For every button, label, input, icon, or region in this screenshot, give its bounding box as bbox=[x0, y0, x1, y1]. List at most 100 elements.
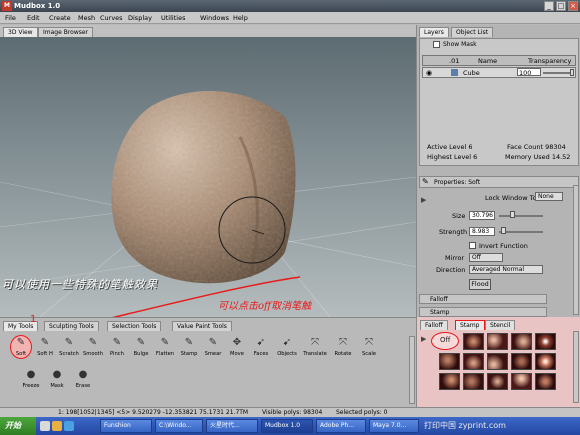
menu-display[interactable]: Display bbox=[128, 14, 152, 22]
tool-soft[interactable]: ✎ Soft bbox=[8, 336, 34, 368]
mirror-dropdown[interactable]: Off bbox=[469, 253, 503, 262]
objects-select-icon: ➹ bbox=[282, 337, 292, 348]
size-slider[interactable] bbox=[499, 215, 543, 217]
transparency-field[interactable]: 100 bbox=[517, 68, 541, 77]
menu-help[interactable]: Help bbox=[233, 14, 248, 22]
stamp-swatch[interactable] bbox=[535, 333, 556, 350]
tool-freeze[interactable]: ● Freeze bbox=[18, 368, 44, 400]
tab-stamp[interactable]: Stamp bbox=[455, 320, 485, 330]
table-row[interactable]: ◉ Cube 100 bbox=[422, 67, 576, 78]
flood-button[interactable]: Flood bbox=[469, 279, 491, 290]
tool-smear[interactable]: ✎ Smear bbox=[200, 336, 226, 368]
menu-curves[interactable]: Curves bbox=[100, 14, 123, 22]
stamp-swatch[interactable] bbox=[439, 373, 460, 390]
tool-translate[interactable]: ⤧ Translate bbox=[302, 336, 328, 368]
transparency-knob[interactable] bbox=[570, 69, 574, 76]
menu-windows[interactable]: Windows bbox=[200, 14, 229, 22]
stamp-off-button[interactable]: Off bbox=[440, 336, 450, 344]
highest-level-label: Highest Level 6 bbox=[427, 153, 478, 161]
taskbar-item[interactable]: Adobe Ph... bbox=[316, 419, 366, 433]
tab-sculpting-tools[interactable]: Sculpting Tools bbox=[44, 321, 99, 331]
tool-faces[interactable]: ➹ Faces bbox=[248, 336, 274, 368]
tab-value-paint-tools[interactable]: Value Paint Tools bbox=[172, 321, 232, 331]
taskbar-item[interactable]: C:\Windo... bbox=[155, 419, 203, 433]
stamp-swatch[interactable] bbox=[511, 373, 532, 390]
tab-layers[interactable]: Layers bbox=[419, 27, 449, 37]
strength-field[interactable]: 8.983 bbox=[469, 227, 495, 236]
soft-h-brush-icon: ✎ bbox=[40, 337, 50, 348]
transparency-slider[interactable] bbox=[543, 72, 573, 74]
tool-scale[interactable]: ⤧ Scale bbox=[356, 336, 382, 368]
layer-name[interactable]: Cube bbox=[463, 69, 480, 77]
stamp-title: Stamp bbox=[430, 309, 450, 316]
stamp-swatch[interactable] bbox=[487, 373, 508, 390]
invert-function-checkbox[interactable] bbox=[469, 242, 476, 249]
direction-dropdown[interactable]: Averaged Normal bbox=[469, 265, 543, 274]
taskbar-item[interactable]: Funshion bbox=[100, 419, 152, 433]
properties-title: Properties: Soft bbox=[434, 179, 481, 186]
maximize-button[interactable]: □ bbox=[556, 1, 566, 11]
tool-flatten[interactable]: ✎ Flatten bbox=[152, 336, 178, 368]
stamp-swatch[interactable] bbox=[535, 353, 556, 370]
stamp-swatch[interactable] bbox=[463, 353, 484, 370]
properties-header[interactable]: Properties: Soft bbox=[419, 176, 579, 188]
taskbar: 开始 Funshion C:\Windo... 火星时代... Mudbox 1… bbox=[0, 417, 580, 435]
close-button[interactable]: × bbox=[568, 1, 578, 11]
expand-arrow-icon[interactable]: ▶ bbox=[421, 196, 426, 204]
menu-create[interactable]: Create bbox=[49, 14, 71, 22]
start-button[interactable]: 开始 bbox=[0, 417, 36, 435]
tool-smooth[interactable]: ✎ Smooth bbox=[80, 336, 106, 368]
tool-erase[interactable]: ● Erase bbox=[70, 368, 96, 400]
quick-launch-icon[interactable] bbox=[52, 421, 62, 431]
stamp-scrollbar[interactable] bbox=[573, 331, 579, 403]
stamp-swatch[interactable] bbox=[511, 333, 532, 350]
tab-stencil[interactable]: Stencil bbox=[485, 320, 516, 330]
taskbar-item[interactable]: Mudbox 1.0 bbox=[261, 419, 313, 433]
tab-object-list[interactable]: Object List bbox=[451, 27, 493, 37]
tool-stamp[interactable]: ✎ Stamp bbox=[176, 336, 202, 368]
tool-shelf-scrollbar[interactable] bbox=[409, 336, 415, 404]
tool-mask[interactable]: ● Mask bbox=[44, 368, 70, 400]
menu-file[interactable]: File bbox=[5, 14, 16, 22]
stamp-swatch[interactable] bbox=[463, 373, 484, 390]
minimize-button[interactable]: _ bbox=[544, 1, 554, 11]
tab-falloff[interactable]: Falloff bbox=[420, 320, 448, 330]
stamp-swatch[interactable] bbox=[439, 353, 460, 370]
tool-objects[interactable]: ➹ Objects bbox=[274, 336, 300, 368]
tab-3d-view[interactable]: 3D View bbox=[3, 27, 38, 37]
quick-launch-icon[interactable] bbox=[64, 421, 74, 431]
tool-bulge[interactable]: ✎ Bulge bbox=[128, 336, 154, 368]
stamp-header[interactable]: Stamp bbox=[419, 307, 547, 317]
falloff-header[interactable]: Falloff bbox=[419, 294, 547, 304]
tab-image-browser[interactable]: Image Browser bbox=[38, 27, 94, 37]
properties-scrollbar[interactable] bbox=[573, 185, 579, 315]
lock-window-dropdown[interactable]: None bbox=[535, 192, 563, 201]
3d-viewport[interactable] bbox=[0, 37, 416, 317]
taskbar-item[interactable]: Maya 7.0... bbox=[369, 419, 419, 433]
strength-slider-knob[interactable] bbox=[500, 227, 506, 234]
menu-utilities[interactable]: Utilities bbox=[161, 14, 185, 22]
quick-launch-icon[interactable] bbox=[40, 421, 50, 431]
stamp-swatch[interactable] bbox=[463, 333, 484, 350]
annotation-red-note: 可以点击off取消笔触 bbox=[218, 301, 312, 312]
size-slider-knob[interactable] bbox=[510, 211, 516, 218]
stamp-expand-icon[interactable]: ▶ bbox=[421, 335, 426, 343]
taskbar-item[interactable]: 火星时代... bbox=[206, 419, 258, 433]
size-field[interactable]: 30.796 bbox=[469, 211, 495, 220]
stamp-swatch[interactable] bbox=[511, 353, 532, 370]
tool-rotate[interactable]: ⤧ Rotate bbox=[330, 336, 356, 368]
menu-edit[interactable]: Edit bbox=[27, 14, 40, 22]
tool-move[interactable]: ✥ Move bbox=[224, 336, 250, 368]
viewport-tab-bar: 3D View Image Browser bbox=[0, 25, 416, 37]
tool-soft-h[interactable]: ✎ Soft H bbox=[32, 336, 58, 368]
tool-pinch[interactable]: ✎ Pinch bbox=[104, 336, 130, 368]
stamp-swatch[interactable] bbox=[487, 353, 508, 370]
tab-selection-tools[interactable]: Selection Tools bbox=[107, 321, 162, 331]
eye-icon[interactable]: ◉ bbox=[426, 69, 432, 77]
stamp-swatch[interactable] bbox=[535, 373, 556, 390]
menu-mesh[interactable]: Mesh bbox=[78, 14, 95, 22]
stamp-swatch[interactable] bbox=[487, 333, 508, 350]
tool-scratch[interactable]: ✎ Scratch bbox=[56, 336, 82, 368]
show-mask-checkbox[interactable] bbox=[433, 41, 440, 48]
status-bar: 1: 198[1052|1345] <5> 9.520279 -12.35382… bbox=[0, 407, 580, 417]
